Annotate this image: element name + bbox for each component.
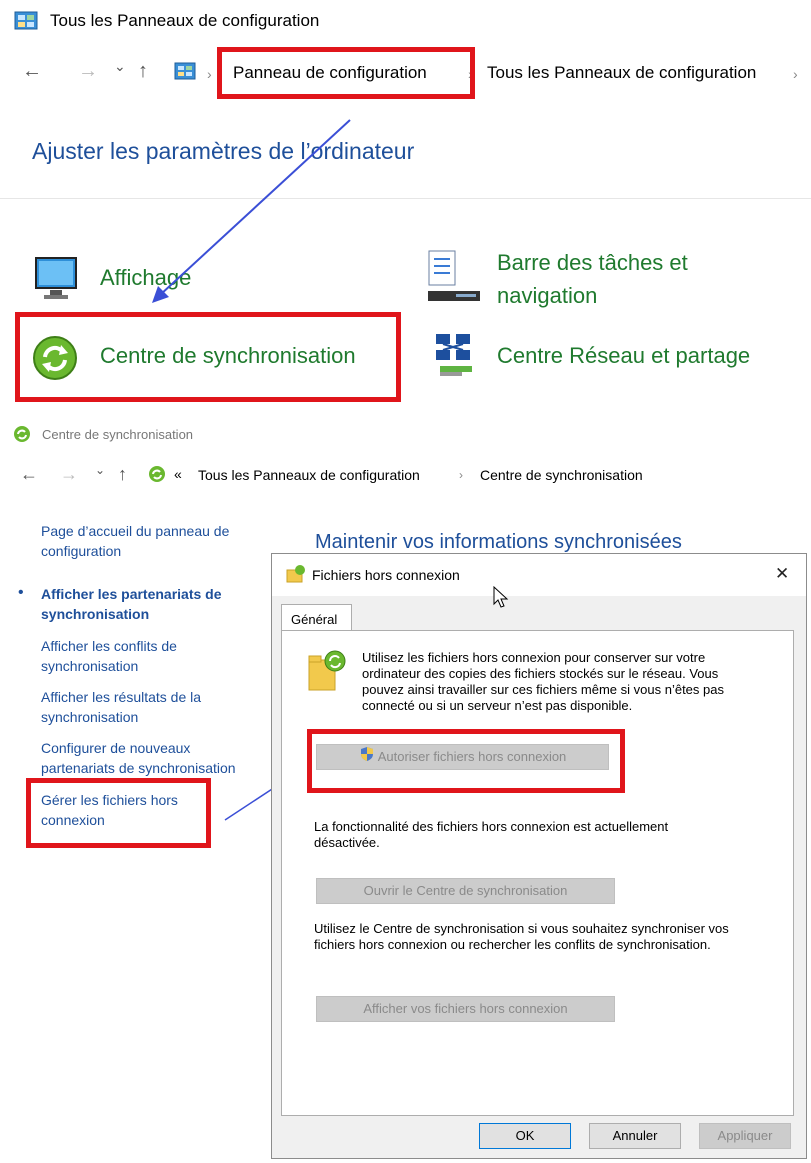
sidebar-results-link[interactable]: Afficher les résultats de la synchronisa… <box>41 687 201 727</box>
sync-info-text: Utilisez le Centre de synchronisation si… <box>314 921 729 953</box>
sidebar-results-line2: synchronisation <box>41 709 139 725</box>
window2-title: Centre de synchronisation <box>42 427 194 442</box>
sync-info-line2: fichiers hors connexion ou rechercher le… <box>314 937 711 952</box>
highlight-box-manage <box>26 778 211 848</box>
up-icon[interactable]: ↑ <box>118 464 127 485</box>
sidebar-configure-link[interactable]: Configurer de nouveaux partenariats de s… <box>41 738 236 778</box>
offline-folder-icon <box>308 650 348 692</box>
forward-icon[interactable]: → <box>60 464 78 485</box>
offline-files-dialog: Fichiers hors connexion ✕ Général Utilis… <box>271 553 807 1159</box>
sidebar-partners-line1: Afficher les partenariats de <box>41 586 222 602</box>
status-line2: désactivée. <box>314 835 380 850</box>
cancel-button[interactable]: Annuler <box>589 1123 681 1149</box>
sidebar-configure-line2: partenariats de synchronisation <box>41 760 236 776</box>
breadcrumb-separator: › <box>459 468 463 482</box>
intro-line4: connecté ou si un serveur n’est pas disp… <box>362 698 633 713</box>
sidebar-bullet: • <box>18 584 24 601</box>
ok-button[interactable]: OK <box>479 1123 571 1149</box>
tab-general[interactable]: Général <box>281 604 352 632</box>
sync-info-line1: Utilisez le Centre de synchronisation si… <box>314 921 729 936</box>
main-heading: Maintenir vos informations synchronisées <box>315 531 682 553</box>
sidebar-conflicts-line1: Afficher les conflits de <box>41 638 177 654</box>
intro-text: Utilisez les fichiers hors connexion pou… <box>362 650 724 714</box>
breadcrumb-overflow[interactable]: « <box>174 466 182 482</box>
window2-sync-icon <box>13 425 31 443</box>
intro-line2: ordinateur des copies des fichiers stock… <box>362 666 719 681</box>
sidebar-home-line2: configuration <box>41 543 122 559</box>
sidebar-conflicts-link[interactable]: Afficher les conflits de synchronisation <box>41 636 177 676</box>
sidebar-configure-line1: Configurer de nouveaux <box>41 740 191 756</box>
sidebar-home-link[interactable]: Page d’accueil du panneau de configurati… <box>41 521 229 561</box>
address-sync-icon <box>148 465 166 483</box>
history-dropdown-icon[interactable]: ⌄ <box>95 463 105 477</box>
sidebar-home-line1: Page d’accueil du panneau de <box>41 523 230 539</box>
intro-line1: Utilisez les fichiers hors connexion pou… <box>362 650 706 665</box>
breadcrumb-tous-panneaux[interactable]: Tous les Panneaux de configuration <box>198 467 420 483</box>
mouse-cursor-icon <box>493 585 509 608</box>
status-text: La fonctionnalité des fichiers hors conn… <box>314 819 668 851</box>
status-line1: La fonctionnalité des fichiers hors conn… <box>314 819 669 834</box>
sidebar-results-line1: Afficher les résultats de la <box>41 689 202 705</box>
dialog-titlebar: Fichiers hors connexion ✕ <box>272 554 806 596</box>
highlight-box-enable <box>307 729 625 793</box>
view-offline-files-button[interactable]: Afficher vos fichiers hors connexion <box>316 996 615 1022</box>
sidebar-partnerships-link[interactable]: Afficher les partenariats de synchronisa… <box>41 584 222 624</box>
close-icon[interactable]: ✕ <box>775 564 789 584</box>
breadcrumb-centre-sync[interactable]: Centre de synchronisation <box>480 467 643 483</box>
folder-sync-icon <box>286 564 306 584</box>
open-sync-center-button[interactable]: Ouvrir le Centre de synchronisation <box>316 878 615 904</box>
dialog-title: Fichiers hors connexion <box>312 567 460 583</box>
apply-button[interactable]: Appliquer <box>699 1123 791 1149</box>
sidebar-partners-line2: synchronisation <box>41 606 150 622</box>
intro-line3: pouvez ainsi travailler sur ces fichiers… <box>362 682 724 697</box>
back-icon[interactable]: ← <box>20 464 38 485</box>
sidebar-conflicts-line2: synchronisation <box>41 658 139 674</box>
